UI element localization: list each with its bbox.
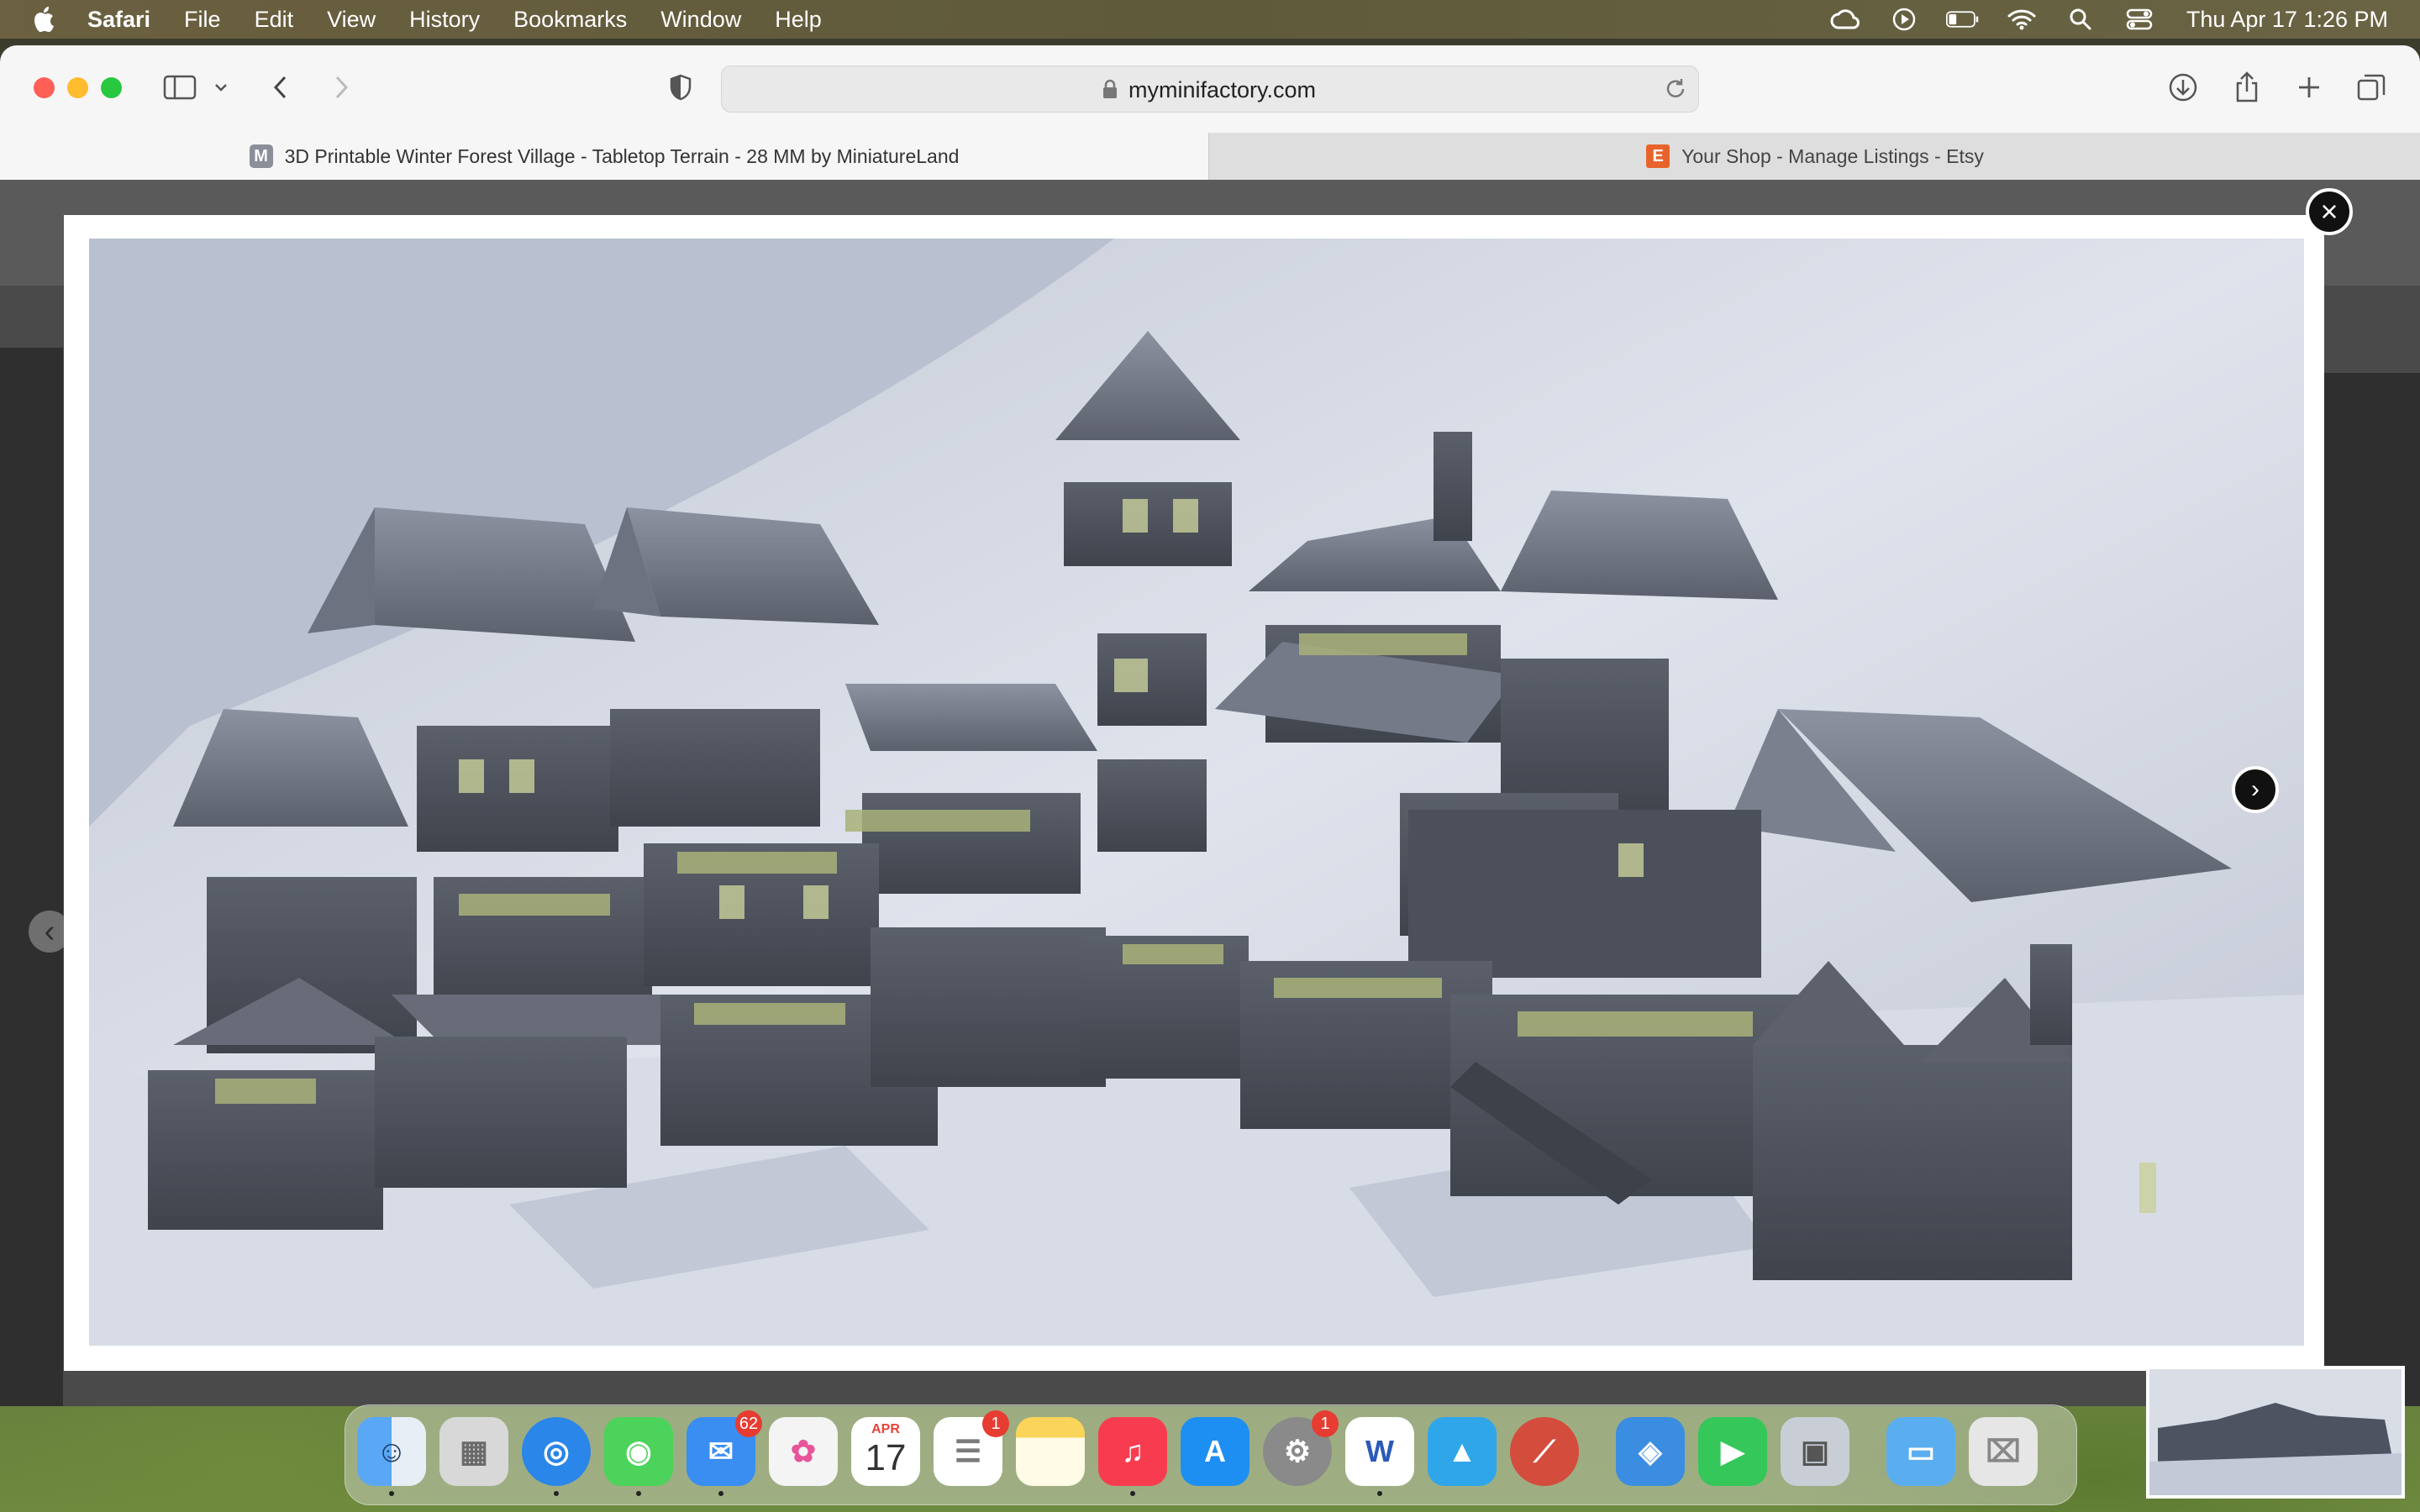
dimmed-left-panel [0,348,63,1406]
running-indicator [1377,1491,1382,1496]
dock-launchpad-icon[interactable]: ▦ [439,1417,508,1486]
lightbox-image[interactable] [89,239,2304,1346]
downloads-icon[interactable] [2165,69,2202,106]
myminifactory-favicon-icon: M [249,144,273,168]
apple-menu-icon[interactable] [32,5,57,34]
calendar-day: 17 [865,1437,907,1478]
mail-badge: 62 [735,1410,762,1437]
menu-view[interactable]: View [327,7,376,33]
running-indicator [1130,1491,1135,1496]
tab-etsy[interactable]: E Your Shop - Manage Listings - Etsy [1208,133,2420,180]
close-window-button[interactable] [34,77,55,98]
dock: ☺ ▦ ◎ ◉ ✉ 62 ✿ APR 17 ☰ 1 ♫ A ⚙ 1 W ▲ ⟋ [345,1404,2077,1505]
dock-app-store-icon[interactable]: A [1181,1417,1249,1486]
menu-edit[interactable]: Edit [255,7,294,33]
dock-vector-app-icon[interactable]: ⟋ [1510,1417,1579,1486]
running-indicator [389,1491,394,1496]
dock-finder-icon[interactable]: ☺ [357,1417,426,1496]
forward-button[interactable] [323,69,360,106]
dock-facetime-icon[interactable]: ▶ [1698,1417,1767,1486]
privacy-shield-icon[interactable] [662,69,699,106]
running-indicator [718,1491,723,1496]
dock-messages-icon[interactable]: ◉ [604,1417,673,1496]
dock-reminders-icon[interactable]: ☰ 1 [934,1410,1009,1486]
terrain-buildings-image-icon [89,239,2304,1346]
dock-sketchup-icon[interactable]: ◈ [1616,1417,1685,1486]
dock-word-icon[interactable]: W [1345,1417,1414,1496]
tab-title: 3D Printable Winter Forest Village - Tab… [284,144,960,167]
menu-window[interactable]: Window [660,7,741,33]
menu-help[interactable]: Help [775,7,822,33]
reminders-badge: 1 [982,1410,1009,1437]
dock-system-settings-icon[interactable]: ⚙ 1 [1263,1410,1339,1486]
close-lightbox-button[interactable]: × [2306,188,2353,235]
running-indicator [636,1491,641,1496]
menu-file[interactable]: File [184,7,221,33]
tab-bar: M 3D Printable Winter Forest Village - T… [0,133,2420,181]
dock-trash-icon[interactable]: ⌧ [1969,1417,2038,1486]
dimmed-right-panel [2311,373,2420,1406]
screenshot-thumbnail[interactable] [2146,1366,2405,1499]
dock-preview-icon[interactable]: ▣ [1781,1417,1849,1486]
running-indicator [554,1491,559,1496]
zoom-window-button[interactable] [101,77,122,98]
sidebar-toggle-icon[interactable] [161,69,198,106]
lock-icon [1103,79,1117,98]
reload-icon[interactable] [1663,76,1688,102]
battery-icon[interactable] [1945,7,1980,32]
dock-safari-icon[interactable]: ◎ [522,1417,591,1496]
menu-app-name[interactable]: Safari [87,7,150,33]
next-image-button[interactable]: › [2232,766,2279,813]
minimize-window-button[interactable] [67,77,88,98]
menu-history[interactable]: History [409,7,480,33]
tab-title: Your Shop - Manage Listings - Etsy [1681,144,1984,167]
dock-affinity-icon[interactable]: ▲ [1428,1417,1497,1486]
menu-clock[interactable]: Thu Apr 17 1:26 PM [2186,7,2388,33]
back-button[interactable] [262,69,299,106]
menu-bookmarks[interactable]: Bookmarks [513,7,627,33]
wifi-icon[interactable] [2005,7,2039,32]
menu-bar: Safari File Edit View History Bookmarks … [0,0,2420,39]
tab-myminifactory[interactable]: M 3D Printable Winter Forest Village - T… [0,133,1208,180]
chevron-down-icon[interactable] [208,69,234,106]
dock-mail-icon[interactable]: ✉ 62 [687,1410,762,1496]
browser-toolbar: myminifactory.com [0,45,2420,133]
dock-music-icon[interactable]: ♫ [1098,1417,1167,1496]
dock-folder-icon[interactable]: ▭ [1886,1417,1955,1486]
share-icon[interactable] [2228,69,2265,106]
control-center-icon[interactable] [2123,7,2156,32]
spotlight-search-icon[interactable] [2064,7,2097,32]
settings-badge: 1 [1312,1410,1339,1437]
address-url[interactable]: myminifactory.com [1128,77,1316,103]
creative-cloud-icon[interactable] [1828,7,1862,32]
calendar-month: APR [871,1422,900,1436]
etsy-favicon-icon: E [1646,144,1670,168]
address-bar[interactable]: myminifactory.com [721,66,1699,113]
dock-photos-icon[interactable]: ✿ [769,1417,838,1486]
tab-overview-icon[interactable] [2353,69,2390,106]
dock-notes-icon[interactable] [1016,1417,1085,1486]
play-status-icon[interactable] [1887,7,1921,32]
new-tab-icon[interactable] [2291,69,2328,106]
dock-calendar-icon[interactable]: APR 17 [851,1417,920,1486]
